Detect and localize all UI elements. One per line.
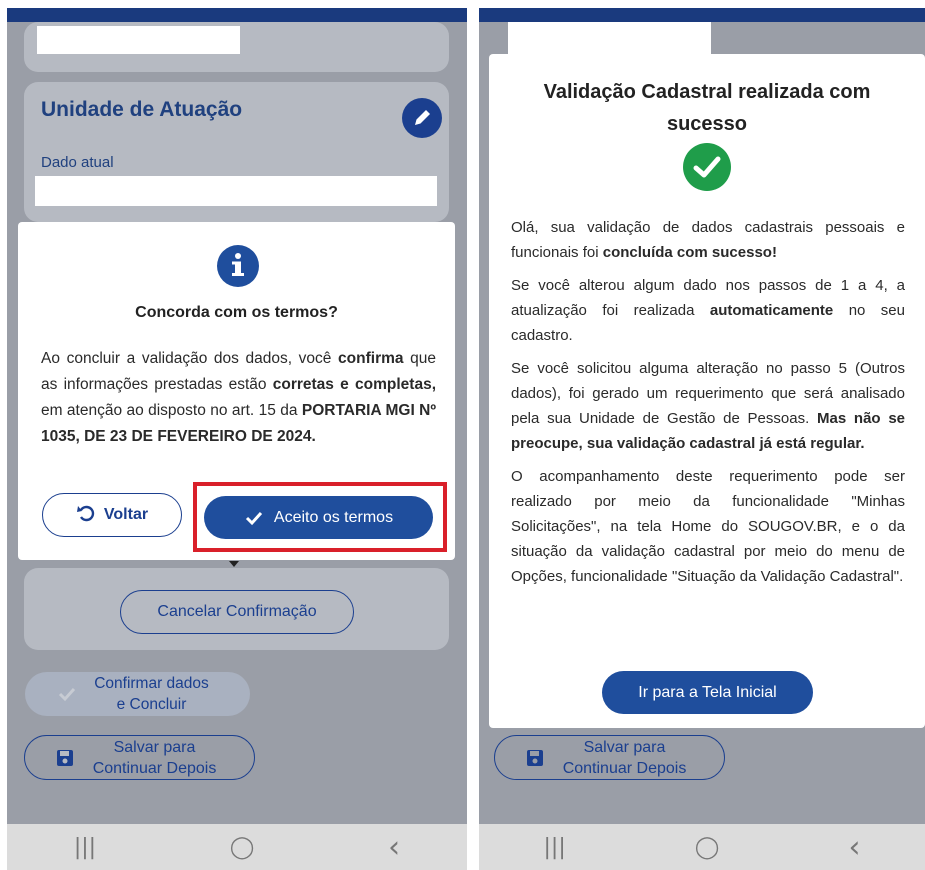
cancel-confirmation-button[interactable]: Cancelar Confirmação (120, 590, 354, 634)
body-bold-1: confirma (338, 350, 404, 367)
go-home-label: Ir para a Tela Inicial (638, 683, 777, 701)
check-icon (58, 687, 76, 702)
confirm-label-line1: Confirmar dados (94, 675, 209, 692)
undo-icon (76, 505, 95, 522)
save-continue-button[interactable]: Salvar para Continuar Depois (494, 735, 725, 780)
save-label-line1: Salvar para (583, 739, 666, 756)
check-circle-icon (683, 143, 731, 191)
cancel-confirmation-label: Cancelar Confirmação (157, 603, 317, 620)
previous-field-value (508, 22, 711, 56)
pencil-icon (415, 110, 430, 125)
status-bar (479, 8, 925, 22)
recent-apps-button[interactable]: ||| (544, 835, 566, 860)
save-label-line2: Continuar Depois (92, 760, 217, 777)
paragraph-3: Se você solicitou alguma alteração no pa… (511, 360, 905, 452)
terms-dialog: Concorda com os termos? Ao concluir a va… (18, 222, 455, 560)
save-label-line1: Salvar para (113, 739, 196, 756)
body-text-1: Ao concluir a validação dos dados, você (41, 350, 339, 367)
current-value-field (35, 176, 437, 206)
body-text-3: em atenção ao disposto no art. 15 da (41, 402, 302, 419)
save-icon (57, 750, 73, 766)
paragraph-4: O acompanhamento deste requerimento pode… (511, 468, 905, 585)
home-button[interactable]: ◯ (230, 835, 255, 860)
save-icon (527, 750, 543, 766)
go-home-button[interactable]: Ir para a Tela Inicial (602, 671, 813, 714)
dialog-body: Ao concluir a validação dos dados, você … (41, 346, 436, 450)
edit-button[interactable] (402, 98, 442, 138)
home-button[interactable]: ◯ (695, 835, 720, 860)
left-phone-screen: Unidade de Atuação Dado atual Cancelar C… (7, 8, 467, 870)
save-label-line2: Continuar Depois (562, 760, 687, 777)
body-bold-2: corretas e completas, (272, 376, 436, 393)
card-title: Unidade de Atuação (41, 98, 243, 121)
accept-terms-label: Aceito os termos (273, 508, 394, 526)
back-button[interactable]: ‹ (848, 830, 860, 865)
confirm-label-line2: e Concluir (116, 696, 187, 713)
back-dialog-button[interactable]: Voltar (42, 493, 182, 537)
success-body: Olá, sua validação de dados cadastrais p… (511, 215, 905, 589)
paragraph-2: Se você alterou algum dado nos passos de… (511, 277, 905, 344)
system-navigation-bar: ||| ◯ ‹ (7, 824, 467, 870)
status-bar (7, 8, 467, 22)
back-button[interactable]: ‹ (388, 830, 400, 865)
success-dialog: Validação Cadastral realizada com sucess… (489, 54, 925, 728)
confirm-and-finish-button[interactable]: Confirmar dados e Concluir (25, 672, 250, 716)
info-icon (217, 245, 259, 287)
dialog-title: Concorda com os termos? (135, 304, 338, 321)
recent-apps-button[interactable]: ||| (74, 835, 96, 860)
previous-field-value (37, 26, 240, 54)
save-continue-button[interactable]: Salvar para Continuar Depois (24, 735, 255, 780)
accept-terms-button[interactable]: Aceito os termos (204, 496, 433, 539)
back-dialog-label: Voltar (103, 506, 149, 523)
success-title: Validação Cadastral realizada com sucess… (543, 81, 871, 135)
current-label: Dado atual (41, 154, 114, 171)
caret-down-icon (229, 561, 239, 567)
system-navigation-bar: ||| ◯ ‹ (479, 824, 925, 870)
check-icon (245, 511, 263, 525)
right-phone-screen: Salvar para Continuar Depois ||| ◯ ‹ Val… (479, 8, 925, 870)
paragraph-1: Olá, sua validação de dados cadastrais p… (511, 219, 905, 261)
